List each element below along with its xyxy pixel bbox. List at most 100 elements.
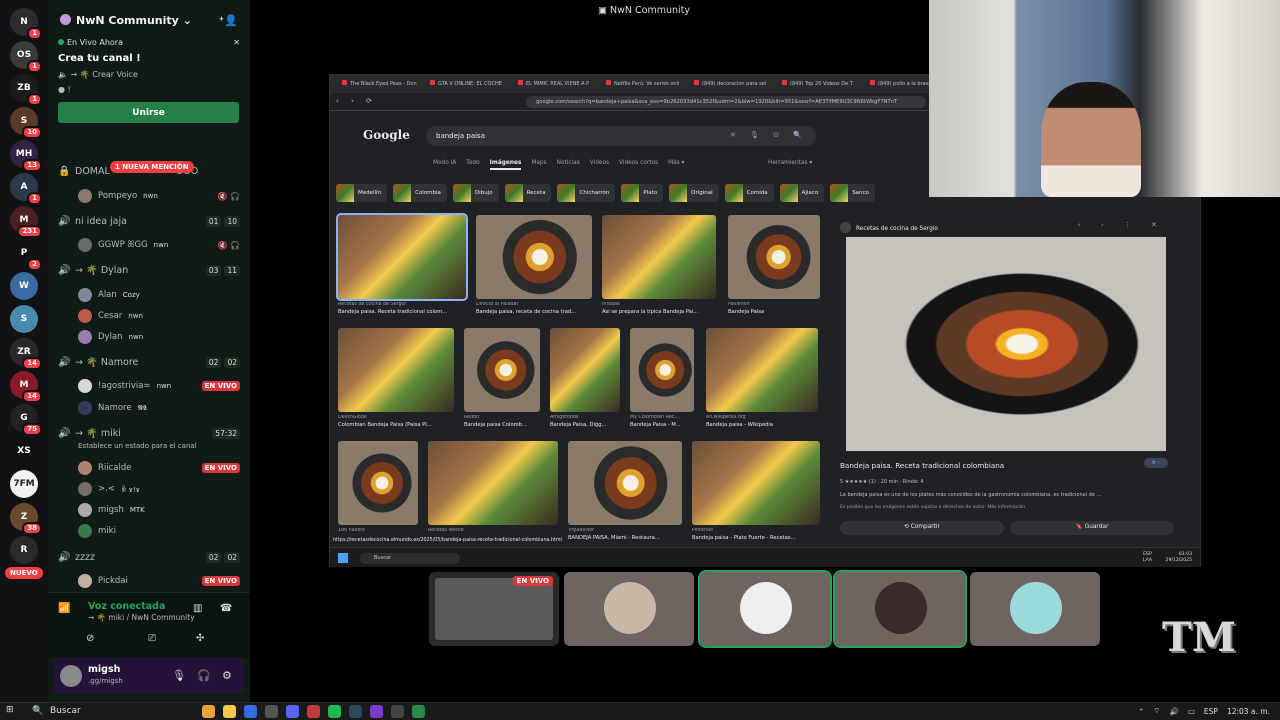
preview-controls[interactable]: ‹ › ⋮ ✕ (1078, 221, 1166, 229)
server-icon[interactable]: OS 1 (10, 41, 42, 73)
preview-source[interactable]: Recetas de cocina de Sergio (856, 226, 938, 232)
image-result[interactable]: Infobae Así se prepara la típica Bandeja … (602, 215, 716, 315)
steam-icon[interactable] (349, 705, 362, 718)
server-icon[interactable]: S (10, 305, 38, 333)
voice-user[interactable]: Pompeyo nwn 🔇 🎧 (78, 189, 240, 203)
avatar[interactable] (60, 665, 82, 687)
browser-tab[interactable]: The Black Eyed Peas - Don (336, 75, 423, 93)
folder-icon[interactable] (223, 705, 236, 718)
image-result[interactable]: Recetas de cocina de Sergio Bandeja paisa… (336, 213, 468, 315)
browser-tab[interactable]: (849) decoracion para sel (688, 75, 775, 93)
image-result[interactable]: Tripadvisor BANDEJA PAISA, Miami - Restau… (568, 441, 682, 541)
server-icon[interactable]: M 14 (10, 371, 42, 403)
filter-chip[interactable]: Receta (504, 184, 552, 202)
tools-button[interactable]: Herramientas ▾ (768, 160, 812, 166)
search-tab[interactable]: Imágenes (489, 160, 522, 170)
server-icon[interactable]: R (10, 536, 38, 564)
server-icon[interactable]: S 10 (10, 107, 42, 139)
taskbar-lang[interactable]: ESP (1204, 707, 1218, 716)
taskbar-clock[interactable]: 12:03 a. m. (1227, 707, 1270, 716)
image-result[interactable]: Recetas Nestlé (428, 441, 558, 533)
browser-tab[interactable]: (849) Top 20 Videos De T (776, 75, 863, 93)
server-header[interactable]: NwN Community ⌄ ⁺👤 (48, 0, 250, 40)
server-icon[interactable]: XS (10, 437, 38, 465)
filter-chip[interactable]: Plato (621, 184, 664, 202)
server-icon[interactable]: ZB 1 (10, 74, 42, 106)
server-icon[interactable]: G 75 (10, 404, 42, 436)
image-result[interactable]: en.wikipedia.org Bandeja paisa - Wikipedi… (706, 328, 818, 428)
voice-channel[interactable]: 🔊 zzzz 02 02 (58, 552, 240, 563)
windows-start-icon[interactable] (338, 553, 348, 563)
wifi-icon[interactable]: ⌔ (1153, 706, 1160, 716)
voice-user[interactable]: Alan Cozy (78, 288, 240, 302)
search-tab[interactable]: Todo (466, 160, 479, 170)
add-member-icon[interactable]: ⁺👤 (218, 14, 238, 27)
address-bar[interactable]: google.com/search?q=bandeja+paisa&sca_es… (526, 96, 926, 108)
spotify-icon[interactable] (328, 705, 341, 718)
join-button[interactable]: Unirse (58, 102, 239, 123)
filter-chip[interactable]: Chicharrón (557, 184, 616, 202)
browser-nav-icons[interactable]: ‹ › ⟳ (336, 97, 377, 105)
server-icon[interactable]: 7FM (10, 470, 38, 498)
voice-user[interactable]: Pickdai EN VIVO (78, 574, 240, 588)
participant-tile[interactable] (564, 572, 694, 646)
volume-icon[interactable]: 🔊 (1169, 707, 1178, 716)
filter-chip[interactable]: Ajiaco (779, 184, 825, 202)
browser-tab[interactable]: Netflix Perú: Ve series onli (600, 75, 687, 93)
voice-channel[interactable]: 🔊 ni idea jaja 01 10 (58, 216, 240, 227)
browser-tab[interactable]: GTA V ONLINE: EL COCHE (424, 75, 511, 93)
voice-user[interactable]: miki (78, 524, 240, 538)
preview-image[interactable] (846, 237, 1166, 451)
participant-tile[interactable] (970, 572, 1100, 646)
image-result[interactable]: DelishGlobe Colombian Bandeja Paisa (Pais… (338, 328, 454, 428)
voice-location[interactable]: → 🌴 miki / NwN Community (88, 613, 195, 622)
server-icon[interactable]: Z 38 (10, 503, 42, 535)
visit-button[interactable]: Ir › (1144, 458, 1168, 468)
app-icon[interactable] (391, 705, 404, 718)
search-tab[interactable]: Modo IA (433, 160, 456, 170)
screen-share-icon[interactable]: ⎚ (148, 633, 156, 644)
server-icon[interactable]: MH 13 (10, 140, 42, 172)
search-input[interactable]: bandeja paisa ✕ 🎙 ⊙ 🔍 (426, 126, 816, 146)
signal-icon[interactable]: 📶 (58, 603, 70, 614)
server-icon[interactable]: M 231 (10, 206, 42, 238)
discord-icon[interactable] (286, 705, 299, 718)
new-badge[interactable]: NUEVO (5, 567, 43, 579)
taskbar-search[interactable]: 🔍 Buscar (22, 705, 192, 719)
search-tool-icons[interactable]: ✕ 🎙 ⊙ 🔍 (730, 131, 808, 139)
server-icon[interactable]: P2 (10, 239, 42, 271)
search-tab[interactable]: Videos (590, 160, 609, 170)
filter-chip[interactable]: Medellín (336, 184, 388, 202)
start-icon[interactable]: ⊞ (6, 705, 14, 715)
image-result[interactable]: Pavlimon Bandeja Paisa (728, 215, 820, 315)
browser-tab[interactable]: EL MIMIC REAL VIENE A P (512, 75, 599, 93)
search-tab[interactable]: Más ▾ (668, 160, 684, 170)
search-tab[interactable]: Videos cortos (619, 160, 658, 170)
voice-channel[interactable]: 🔊 → 🌴 miki 57:32 (58, 428, 240, 439)
close-icon[interactable]: ✕ (233, 38, 240, 47)
voice-channel[interactable]: 🔊 → 🌴 Dylan 03 11 (58, 265, 240, 276)
participant-tile[interactable] (698, 570, 832, 648)
voice-user[interactable]: >.< ꆜ ɤ!ɤ (78, 482, 240, 496)
voice-user[interactable]: GGWP ꕤGG nwn 🔇 🎧 (78, 238, 240, 252)
filter-chip[interactable]: Sanco (830, 184, 875, 202)
google-logo[interactable]: Google (363, 128, 410, 142)
image-result[interactable]: Amigofoods Bandeja Paisa, Digg... (550, 328, 620, 428)
gear-icon[interactable]: ⚙ (222, 669, 232, 682)
headphones-icon[interactable]: 🎧 (197, 669, 211, 682)
battery-icon[interactable]: ▭ (1188, 707, 1195, 716)
microphone-icon[interactable]: 🎙 (172, 669, 186, 682)
save-button[interactable]: 🔖 Guardar (1010, 521, 1174, 535)
mention-badge[interactable]: 1 NUEVA MENCIÓN (110, 161, 194, 173)
participant-tile[interactable] (833, 570, 967, 648)
webcam-feed[interactable] (929, 0, 1280, 197)
image-result[interactable]: Pinterest Bandeja paisa - Plato Fuerte - … (692, 441, 820, 541)
server-icon[interactable]: ZR 14 (10, 338, 42, 370)
voice-channel[interactable]: 🔊 → 🌴 Namore 02 02 (58, 357, 240, 368)
server-icon[interactable]: W (10, 272, 38, 300)
filter-chip[interactable]: Colombia (393, 184, 447, 202)
share-button[interactable]: ⟲ Compartir (840, 521, 1004, 535)
obs-icon[interactable] (370, 705, 383, 718)
voice-user[interactable]: Dylan nwn (78, 330, 240, 344)
image-result[interactable]: Reddit Bandeja paisa Colomb... (464, 328, 540, 428)
